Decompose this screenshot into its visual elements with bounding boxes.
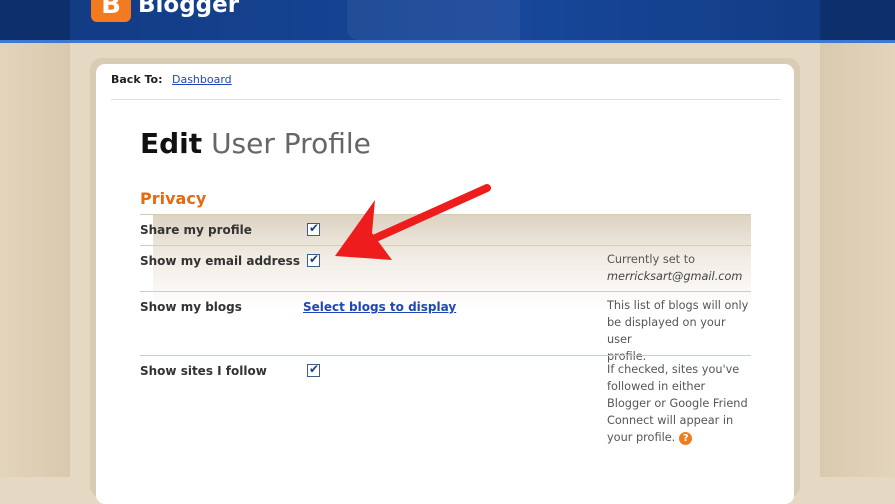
- arrow-shaft: [356, 184, 491, 249]
- page-title-bold: Edit: [140, 127, 203, 160]
- red-arrow-annotation: [335, 184, 491, 260]
- email-address: merricksart@gmail.com: [607, 270, 743, 283]
- divider: [111, 99, 780, 100]
- header-decoration: [347, 0, 520, 40]
- privacy-section-heading: Privacy: [140, 189, 207, 208]
- share-profile-checkbox[interactable]: ✔: [307, 221, 320, 236]
- sites-note-line: your profile.: [607, 431, 676, 444]
- blogger-logo-icon[interactable]: B: [91, 0, 131, 22]
- check-icon: ✔: [309, 362, 320, 376]
- help-icon[interactable]: ?: [679, 431, 693, 445]
- sites-note-line: Blogger or Google Friend: [607, 397, 748, 410]
- top-header-bar: [0, 0, 895, 43]
- page-title-light: User Profile: [211, 127, 371, 160]
- show-blogs-label: Show my blogs: [140, 300, 242, 314]
- sites-note-line: Connect will appear in: [607, 414, 734, 427]
- left-background-stripe: [0, 0, 70, 477]
- table-row: Show my blogs Select blogs to display Th…: [140, 291, 751, 363]
- right-background-stripe: [820, 0, 895, 477]
- select-blogs-link[interactable]: Select blogs to display: [303, 300, 456, 314]
- check-icon: ✔: [309, 221, 320, 235]
- share-profile-label: Share my profile: [140, 223, 252, 237]
- arrow-head: [335, 200, 392, 260]
- email-note-text: Currently set to: [607, 253, 696, 266]
- blogger-brand-name[interactable]: Blogger: [138, 0, 239, 18]
- breadcrumb: Back To: Dashboard: [111, 73, 232, 86]
- check-icon: ✔: [309, 252, 320, 266]
- sites-note-line: followed in either: [607, 380, 706, 393]
- email-note: Currently set to merricksart@gmail.com: [607, 251, 742, 285]
- sites-note: If checked, sites you've followed in eit…: [607, 361, 748, 446]
- sites-note-line: If checked, sites you've: [607, 363, 740, 376]
- show-sites-label: Show sites I follow: [140, 364, 267, 378]
- back-to-label: Back To:: [111, 73, 163, 86]
- blogs-note-line: be displayed on your user: [607, 316, 726, 346]
- blogs-note-line: This list of blogs will only: [607, 299, 749, 312]
- show-sites-checkbox[interactable]: ✔: [307, 362, 320, 377]
- dashboard-link[interactable]: Dashboard: [172, 73, 232, 86]
- page-title: Edit User Profile: [140, 127, 371, 160]
- show-email-checkbox[interactable]: ✔: [307, 252, 320, 267]
- table-row: Show sites I follow ✔ If checked, sites …: [140, 355, 751, 466]
- show-email-label: Show my email address: [140, 254, 300, 268]
